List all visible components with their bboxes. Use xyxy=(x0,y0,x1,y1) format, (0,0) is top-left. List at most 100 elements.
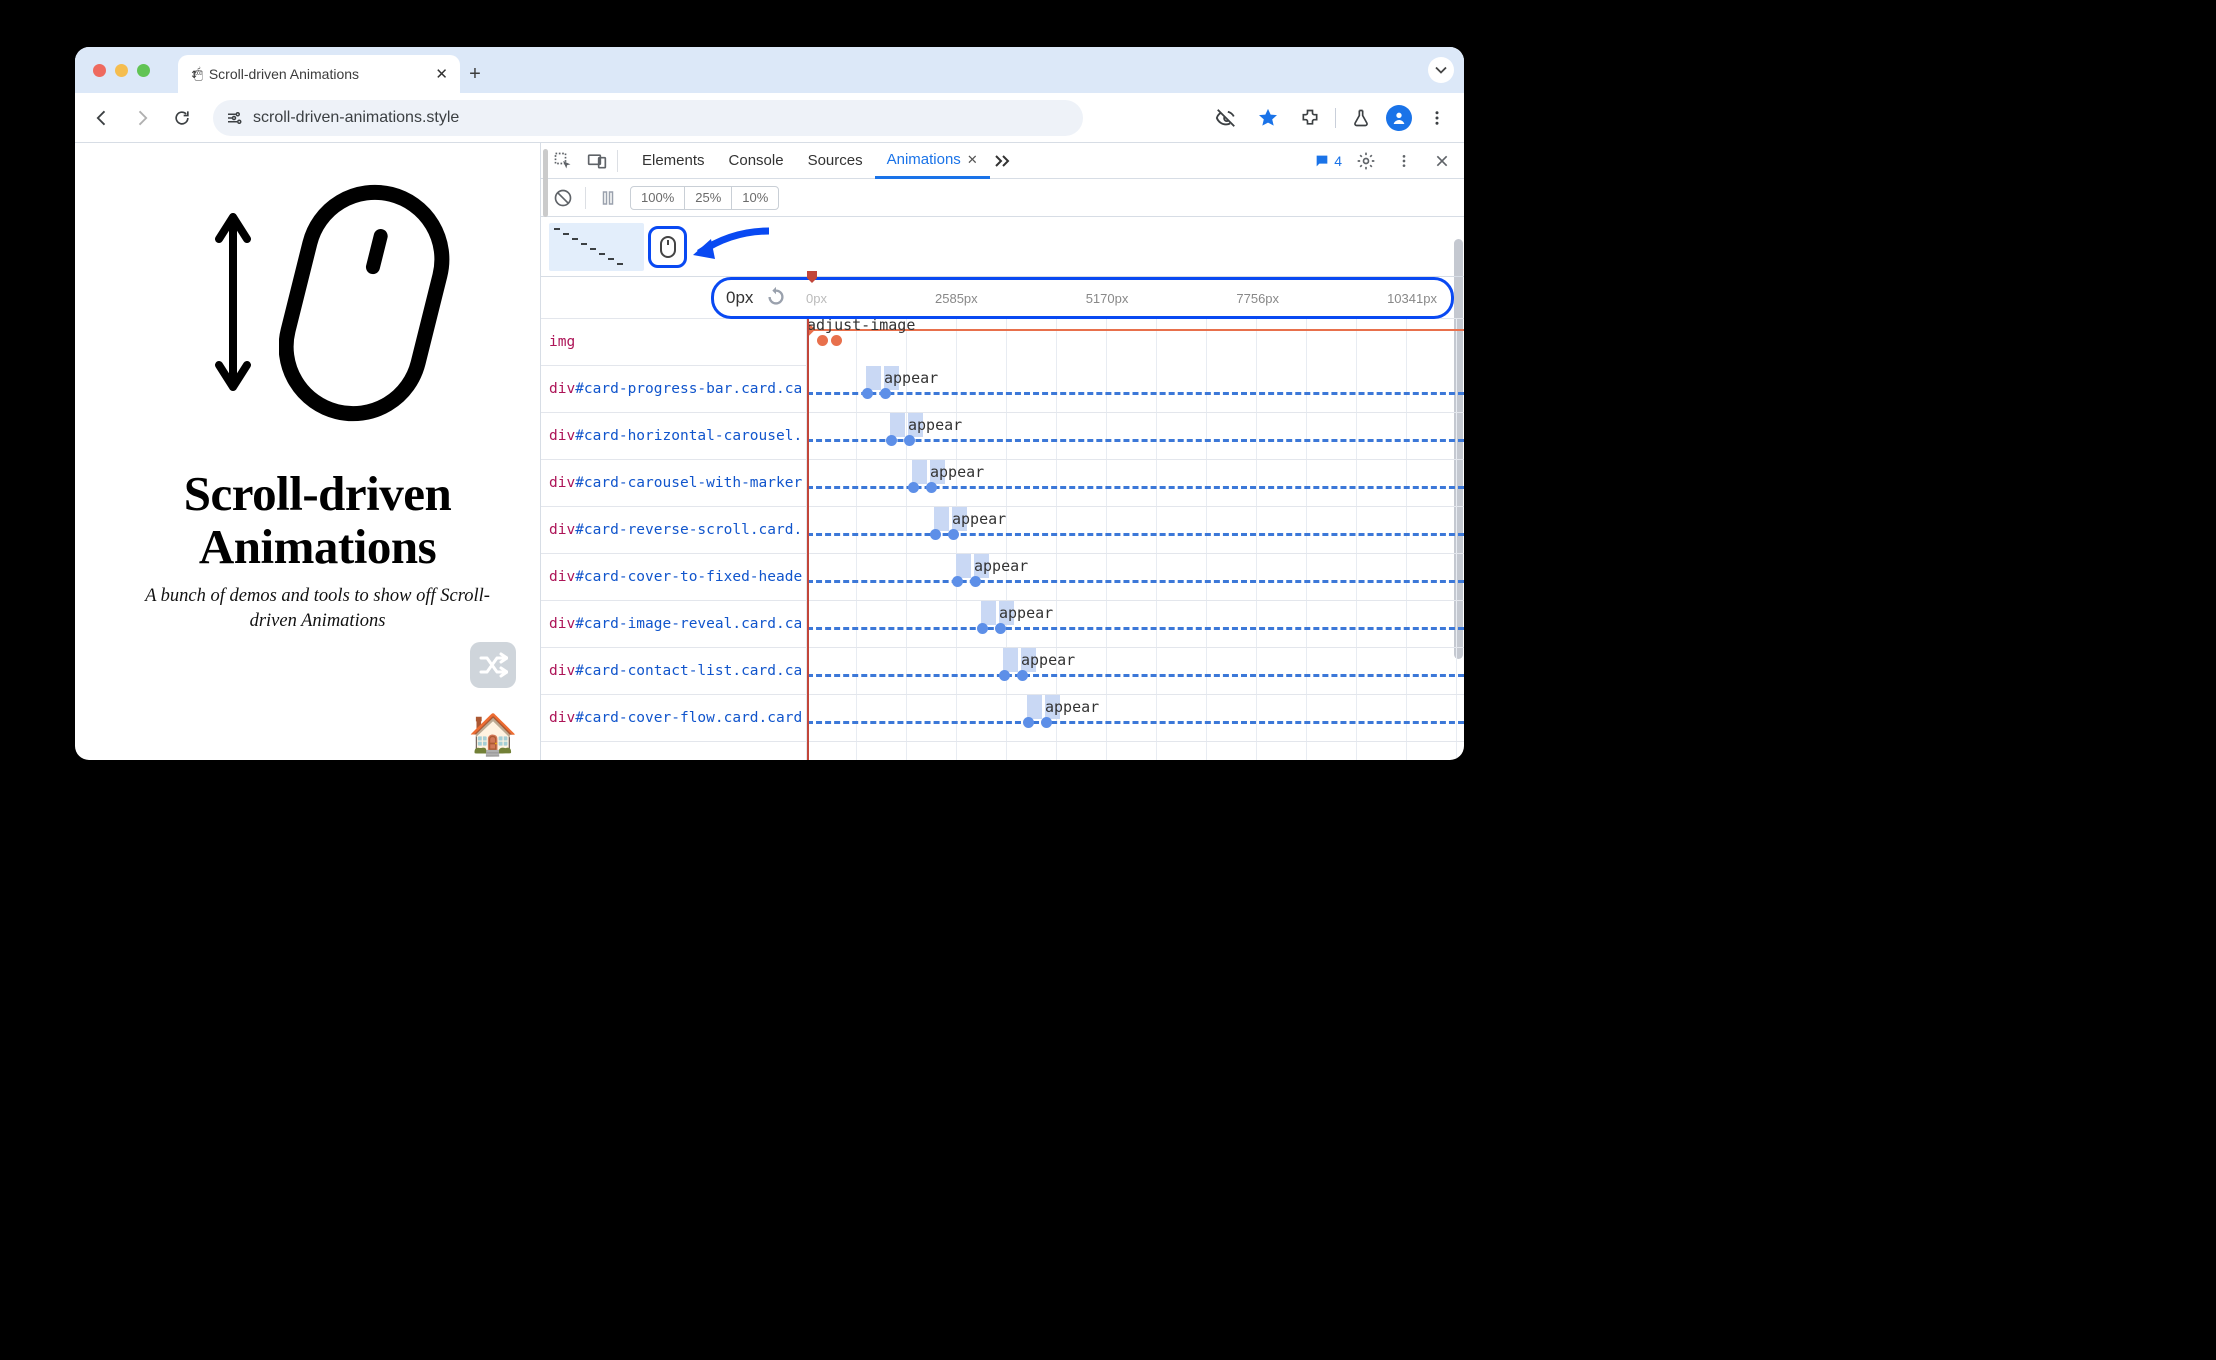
tick-0: 0px xyxy=(806,291,827,306)
animation-name: appear xyxy=(908,416,962,434)
devtools-settings-button[interactable] xyxy=(1352,147,1380,175)
devtools-tabs: Elements Console Sources Animations ✕ xyxy=(630,143,1016,178)
playhead-icon[interactable] xyxy=(806,270,818,284)
keyframe-end[interactable] xyxy=(904,435,915,446)
keyframe-end[interactable] xyxy=(1017,670,1028,681)
devtools-more-tabs[interactable] xyxy=(990,154,1016,168)
page-viewport[interactable]: Scroll-driven Animations A bunch of demo… xyxy=(75,143,541,760)
track-label[interactable]: div#card-progress-bar.card.ca xyxy=(541,366,806,413)
speed-100[interactable]: 100% xyxy=(631,187,685,209)
track-lane-img[interactable]: adjust-image xyxy=(807,319,1464,366)
keyframe-end[interactable] xyxy=(970,576,981,587)
track-lanes-column[interactable]: adjust-image appearappearappearappearapp… xyxy=(807,319,1464,760)
tab-list-menu-button[interactable] xyxy=(1428,57,1454,83)
keyframe-start[interactable] xyxy=(1023,717,1034,728)
tab-favicon-icon: ↕🖱 xyxy=(190,67,199,81)
track-lane[interactable]: appear xyxy=(807,507,1464,554)
track-lane[interactable]: appear xyxy=(807,648,1464,695)
replay-icon xyxy=(765,286,787,308)
issues-button[interactable]: 4 xyxy=(1314,153,1342,169)
clear-animations-button[interactable] xyxy=(549,184,577,212)
keyframe-end[interactable] xyxy=(1041,717,1052,728)
devtools-menu-button[interactable] xyxy=(1390,147,1418,175)
track-label[interactable]: div#card-cover-to-fixed-heade xyxy=(541,554,806,601)
track-label[interactable]: div#card-reverse-scroll.card. xyxy=(541,507,806,554)
lane-playhead[interactable] xyxy=(807,319,809,760)
pause-all-button[interactable] xyxy=(594,184,622,212)
inspect-element-button[interactable] xyxy=(549,147,577,175)
tab-strip: ↕🖱 Scroll-driven Animations ✕ + xyxy=(75,47,1464,93)
site-permissions-chip[interactable] xyxy=(225,109,243,127)
keyframe-end[interactable] xyxy=(948,529,959,540)
arrows-icon xyxy=(207,207,259,397)
maximize-window[interactable] xyxy=(137,64,150,77)
track-label-img[interactable]: img xyxy=(541,319,806,366)
animation-name: appear xyxy=(974,557,1028,575)
animation-group-thumbnail[interactable] xyxy=(549,223,644,271)
home-button[interactable]: 🏠 xyxy=(470,711,516,757)
keyframe-end[interactable] xyxy=(880,388,891,399)
no-entry-icon xyxy=(553,188,573,208)
message-icon xyxy=(1314,153,1330,169)
animations-controls: 100% 25% 10% xyxy=(541,179,1464,217)
animation-name: appear xyxy=(884,369,938,387)
track-label[interactable]: div#card-contact-list.card.ca xyxy=(541,648,806,695)
devtools-tab-animations[interactable]: Animations ✕ xyxy=(875,144,990,179)
timeline-tracks[interactable]: img div#card-progress-bar.card.cadiv#car… xyxy=(541,319,1464,760)
keyframe-start[interactable] xyxy=(952,576,963,587)
devtools-tab-elements[interactable]: Elements xyxy=(630,143,717,178)
track-lane[interactable]: appear xyxy=(807,460,1464,507)
tick-1: 2585px xyxy=(935,291,978,306)
track-label[interactable]: div#card-horizontal-carousel. xyxy=(541,413,806,460)
address-bar[interactable]: scroll-driven-animations.style xyxy=(213,100,1083,136)
track-labels-column: img div#card-progress-bar.card.cadiv#car… xyxy=(541,319,807,760)
track-label[interactable]: div#card-image-reveal.card.ca xyxy=(541,601,806,648)
devtools-tab-sources[interactable]: Sources xyxy=(796,143,875,178)
profile-button[interactable] xyxy=(1386,105,1412,131)
extensions-button[interactable] xyxy=(1293,101,1327,135)
keyframe-start[interactable] xyxy=(977,623,988,634)
back-button[interactable] xyxy=(85,101,119,135)
browser-window: ↕🖱 Scroll-driven Animations ✕ + scroll-d… xyxy=(75,47,1464,760)
keyframe-start[interactable] xyxy=(908,482,919,493)
track-lane[interactable]: appear xyxy=(807,554,1464,601)
track-lane[interactable]: appear xyxy=(807,601,1464,648)
new-tab-button[interactable]: + xyxy=(460,55,490,93)
devtools-tab-console[interactable]: Console xyxy=(717,143,796,178)
eye-off-icon xyxy=(1215,107,1237,129)
hide-button[interactable] xyxy=(1209,101,1243,135)
devtools-close-button[interactable] xyxy=(1428,147,1456,175)
speed-25[interactable]: 25% xyxy=(685,187,732,209)
close-window[interactable] xyxy=(93,64,106,77)
keyframe-start[interactable] xyxy=(999,670,1010,681)
keyframe-start[interactable] xyxy=(862,388,873,399)
forward-button[interactable] xyxy=(125,101,159,135)
reload-button[interactable] xyxy=(165,101,199,135)
close-tab-icon[interactable]: ✕ xyxy=(967,152,978,168)
tick-2: 5170px xyxy=(1086,291,1129,306)
device-toggle-button[interactable] xyxy=(583,147,611,175)
chrome-menu-button[interactable] xyxy=(1420,101,1454,135)
keyframe-end[interactable] xyxy=(926,482,937,493)
replay-button[interactable] xyxy=(765,286,787,311)
track-lane[interactable]: appear xyxy=(807,366,1464,413)
track-label[interactable]: div#card-carousel-with-marker xyxy=(541,460,806,507)
more-vertical-icon xyxy=(1396,153,1412,169)
track-label[interactable]: div#card-cover-flow.card.card xyxy=(541,695,806,742)
track-lane[interactable]: appear xyxy=(807,413,1464,460)
shuffle-icon xyxy=(478,652,508,678)
scroll-driven-badge[interactable] xyxy=(648,226,687,268)
experiments-button[interactable] xyxy=(1344,101,1378,135)
bookmark-button[interactable] xyxy=(1251,101,1285,135)
close-tab-icon[interactable]: ✕ xyxy=(435,65,448,83)
separator xyxy=(617,150,618,172)
keyframe-start[interactable] xyxy=(886,435,897,446)
track-lane[interactable]: appear xyxy=(807,695,1464,742)
speed-10[interactable]: 10% xyxy=(732,187,778,209)
keyframe-start[interactable] xyxy=(930,529,941,540)
page-logo xyxy=(207,183,510,423)
minimize-window[interactable] xyxy=(115,64,128,77)
browser-tab[interactable]: ↕🖱 Scroll-driven Animations ✕ xyxy=(178,55,460,93)
keyframe-end[interactable] xyxy=(995,623,1006,634)
shuffle-button[interactable] xyxy=(470,642,516,688)
